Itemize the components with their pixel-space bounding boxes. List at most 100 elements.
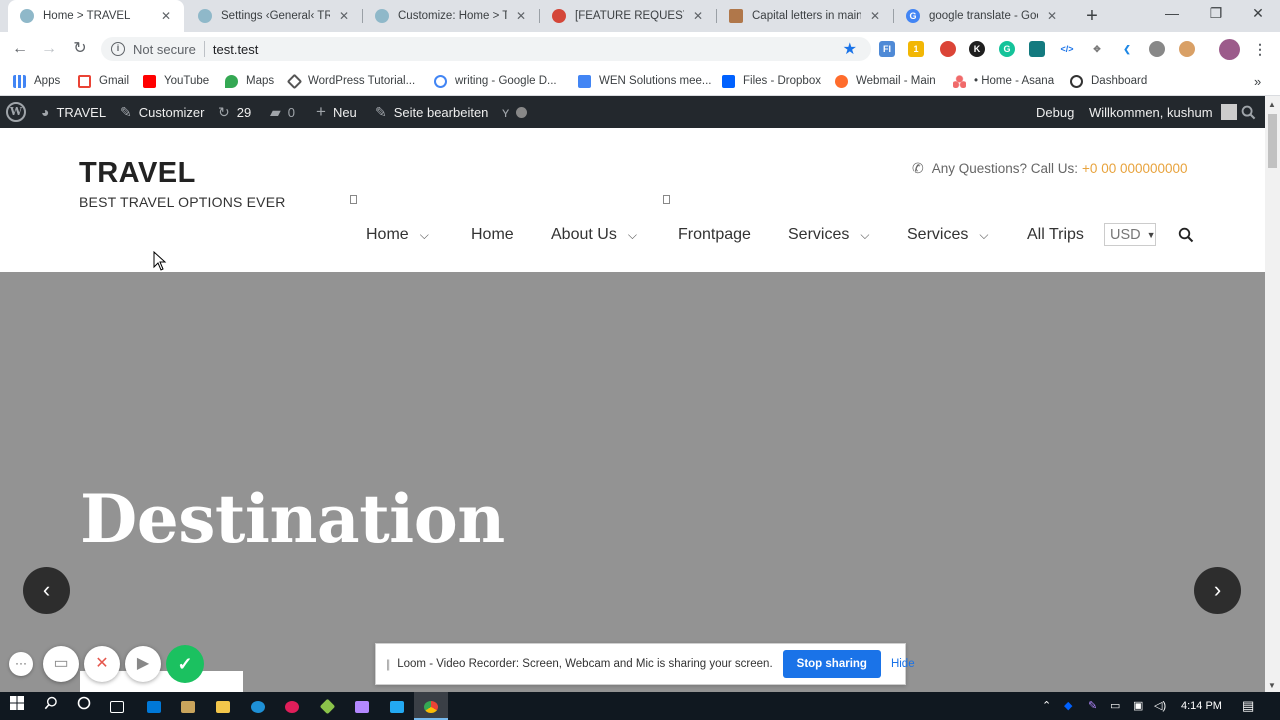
bookmark-dashboard[interactable]: Dashboard: [1070, 72, 1147, 90]
clock[interactable]: 4:14 PM: [1181, 692, 1222, 720]
cookie-extension-icon[interactable]: [1179, 41, 1195, 57]
bookmark-star-icon[interactable]: ★: [843, 39, 857, 59]
back-button[interactable]: ←: [9, 38, 31, 60]
contact-number[interactable]: +0 00 000000000: [1082, 161, 1187, 176]
network-icon[interactable]: ▣: [1133, 692, 1143, 720]
tab-google-translate[interactable]: G google translate - Goo ✕: [894, 0, 1070, 32]
code-extension-icon[interactable]: </>: [1059, 41, 1075, 57]
menu-item-services[interactable]: Services ⌵: [788, 226, 869, 244]
admin-search-button[interactable]: [1241, 96, 1256, 128]
tab-close-icon[interactable]: ✕: [513, 9, 529, 23]
loom-pause-button[interactable]: ▶: [125, 646, 161, 682]
tab-close-icon[interactable]: ✕: [1044, 9, 1060, 23]
extension-icon[interactable]: [940, 41, 956, 57]
admin-new[interactable]: + Neu: [316, 96, 357, 128]
currency-select[interactable]: USD ▼: [1104, 223, 1156, 246]
admin-comments[interactable]: ▰ 0: [270, 96, 295, 128]
menu-item-about-us[interactable]: About Us ⌵: [551, 226, 637, 244]
search-taskbar-button[interactable]: [34, 692, 68, 720]
bookmarks-more-button[interactable]: »: [1254, 72, 1261, 90]
minimize-button[interactable]: —: [1150, 2, 1194, 28]
search-icon[interactable]: [1178, 227, 1194, 243]
battery-icon[interactable]: ▭: [1110, 692, 1120, 720]
tab-close-icon[interactable]: ✕: [158, 9, 174, 23]
extension-icon[interactable]: FI: [879, 41, 895, 57]
menu-item-frontpage[interactable]: Frontpage: [678, 226, 751, 244]
menu-item-all-trips[interactable]: All Trips: [1027, 226, 1084, 244]
taskbar-vscode[interactable]: [380, 692, 414, 720]
task-view-button[interactable]: [100, 692, 134, 720]
loom-more-button[interactable]: ···: [9, 652, 33, 676]
tab-capital-letters[interactable]: Capital letters in main m ✕: [717, 0, 893, 32]
loom-camera-button[interactable]: ▭: [43, 646, 79, 682]
tab-close-icon[interactable]: ✕: [690, 9, 706, 23]
dropbox-tray-icon[interactable]: ◆: [1064, 692, 1072, 720]
taskbar-slack[interactable]: [275, 692, 309, 720]
bookmark-gmail[interactable]: Gmail: [78, 72, 129, 90]
address-bar[interactable]: i Not secure test.test ★: [101, 37, 871, 61]
reload-button[interactable]: ↻: [69, 38, 91, 60]
scroll-down-icon[interactable]: ▼: [1268, 681, 1276, 690]
tab-feature-request[interactable]: [FEATURE REQUEST] Lo ✕: [540, 0, 716, 32]
bookmark-dropbox[interactable]: Files - Dropbox: [722, 72, 821, 90]
extension-icon[interactable]: ❮: [1119, 41, 1135, 57]
scrollbar-thumb[interactable]: [1268, 114, 1277, 168]
slider-next-button[interactable]: ›: [1194, 567, 1241, 614]
windows-start-button[interactable]: [0, 692, 34, 720]
admin-yoast[interactable]: ʏ: [502, 96, 528, 128]
bookmark-writing[interactable]: writing - Google D...: [434, 72, 557, 90]
stop-sharing-button[interactable]: Stop sharing: [782, 650, 881, 678]
tab-close-icon[interactable]: ✕: [867, 9, 883, 23]
forward-button[interactable]: →: [38, 38, 60, 60]
menu-item-home[interactable]: Home ⌵: [366, 226, 429, 244]
bookmark-youtube[interactable]: YouTube: [143, 72, 209, 90]
loom-cancel-button[interactable]: ✕: [84, 646, 120, 682]
bookmark-apps[interactable]: Apps: [13, 72, 60, 90]
grammarly-icon[interactable]: G: [999, 41, 1015, 57]
page-scrollbar[interactable]: ▲ ▼: [1265, 96, 1280, 692]
taskbar-chrome[interactable]: [414, 692, 448, 720]
volume-icon[interactable]: ◁): [1154, 692, 1166, 720]
feather-tray-icon[interactable]: ✎: [1088, 692, 1097, 720]
taskbar-edge[interactable]: [241, 692, 275, 720]
admin-site-name[interactable]: ◕ TRAVEL: [41, 96, 106, 128]
admin-updates[interactable]: ↻ 29: [218, 96, 251, 128]
extension-icon[interactable]: 1: [908, 41, 924, 57]
tray-overflow-icon[interactable]: ⌃: [1042, 692, 1051, 720]
drag-handle-icon[interactable]: ||: [386, 657, 390, 671]
extension-icon[interactable]: [1029, 41, 1045, 57]
new-tab-button[interactable]: +: [1082, 4, 1102, 28]
tab-settings[interactable]: Settings ‹General‹ TRAV ✕: [186, 0, 362, 32]
menu-item-services-2[interactable]: Services ⌵: [907, 226, 988, 244]
url-text[interactable]: test.test: [213, 42, 259, 57]
restore-button[interactable]: ❐: [1194, 2, 1238, 28]
bookmark-asana[interactable]: • Home - Asana: [953, 72, 1054, 90]
slider-prev-button[interactable]: ‹: [23, 567, 70, 614]
taskbar-feather[interactable]: [345, 692, 379, 720]
admin-debug[interactable]: Debug: [1036, 96, 1074, 128]
scroll-up-icon[interactable]: ▲: [1268, 100, 1276, 109]
tab-close-icon[interactable]: ✕: [336, 9, 352, 23]
cortana-button[interactable]: [67, 692, 101, 720]
profile-avatar[interactable]: [1219, 39, 1240, 60]
chrome-menu-icon[interactable]: ⋮: [1252, 41, 1268, 57]
menu-item-home-2[interactable]: Home: [471, 226, 514, 244]
bookmark-wen-solutions[interactable]: WEN Solutions mee...: [578, 72, 711, 90]
taskbar-explorer[interactable]: [206, 692, 240, 720]
admin-edit-page[interactable]: ✎ Seite bearbeiten: [375, 96, 488, 128]
tab-home-travel[interactable]: Home > TRAVEL ✕: [8, 0, 184, 32]
taskbar-git[interactable]: [310, 692, 344, 720]
hide-button[interactable]: Hide: [891, 658, 915, 670]
info-icon[interactable]: i: [111, 42, 125, 56]
extension-icon[interactable]: [1149, 41, 1165, 57]
wordpress-logo-button[interactable]: W: [6, 96, 26, 128]
tab-customize[interactable]: Customize: Home > TR ✕: [363, 0, 539, 32]
taskbar-app[interactable]: [171, 692, 205, 720]
admin-customizer[interactable]: ✎ Customizer: [120, 96, 204, 128]
extension-icon[interactable]: K: [969, 41, 985, 57]
bookmark-webmail[interactable]: Webmail - Main: [835, 72, 936, 90]
taskbar-mail[interactable]: [137, 692, 171, 720]
site-title[interactable]: TRAVEL: [79, 157, 196, 190]
bookmark-maps[interactable]: Maps: [225, 72, 274, 90]
close-window-button[interactable]: ✕: [1236, 2, 1280, 28]
